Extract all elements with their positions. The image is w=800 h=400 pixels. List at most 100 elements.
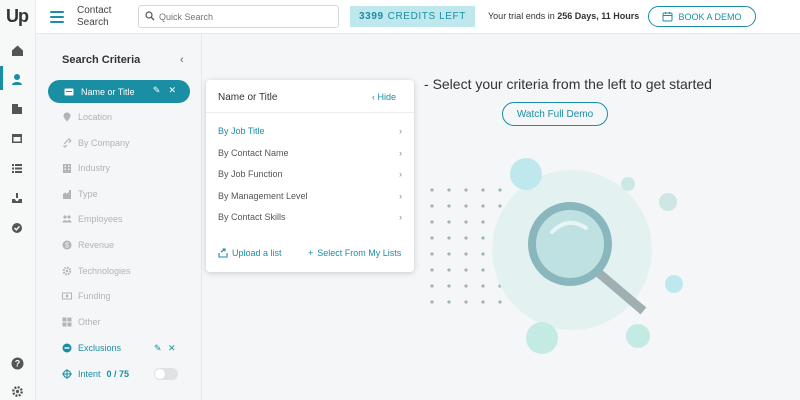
calendar-icon[interactable] [9, 130, 25, 146]
svg-text:$: $ [65, 243, 69, 250]
inbox-download-icon[interactable] [9, 190, 25, 206]
criteria-item-location[interactable]: Location [62, 108, 112, 126]
bubble-circle [621, 177, 635, 191]
magnifier-lens [528, 202, 612, 286]
criteria-item-intent[interactable]: Intent 0 / 75 [62, 365, 129, 383]
criteria-item-by-company[interactable]: By Company [62, 134, 130, 152]
trial-value: 256 Days, 11 Hours [557, 11, 640, 21]
criteria-item-exclusions[interactable]: Exclusions ✎ ✕ [62, 339, 202, 357]
option-label: By Management Level [218, 191, 308, 201]
criteria-item-other[interactable]: Other [62, 313, 101, 331]
select-lists-label: Select From My Lists [317, 248, 402, 258]
criteria-item-label: Revenue [78, 240, 115, 250]
intent-value: 0 / 75 [106, 369, 130, 379]
criteria-item-label: Industry [78, 163, 111, 173]
trial-prefix: Your trial ends in [488, 11, 555, 21]
criteria-item-label: Technologies [78, 266, 131, 276]
calendar-icon [662, 12, 673, 22]
criteria-item-employees[interactable]: Employees [62, 210, 123, 228]
bubble-circle [665, 275, 683, 293]
criteria-item-label: Type [78, 189, 98, 199]
help-icon[interactable]: ? [9, 355, 25, 371]
option-label: By Job Function [218, 169, 283, 179]
app-logo: Up [6, 6, 29, 26]
upload-icon [218, 248, 228, 258]
bubble-circle [659, 193, 677, 211]
edit-pencil-icon[interactable]: ✎ [154, 343, 162, 354]
search-icon [145, 11, 155, 21]
grid-icon [62, 317, 72, 327]
book-demo-button[interactable]: BOOK A DEMO [648, 6, 756, 27]
list-icon[interactable] [9, 160, 25, 176]
hide-button[interactable]: ‹ Hide [372, 92, 396, 102]
home-icon[interactable] [9, 42, 25, 58]
map-pin-icon [63, 112, 71, 122]
criteria-item-label: By Company [78, 138, 130, 148]
option-by-contact-name[interactable]: By Contact Name › [218, 148, 402, 158]
company-icon[interactable] [9, 100, 25, 116]
hide-label: Hide [377, 92, 397, 102]
criteria-item-type[interactable]: Type [62, 185, 98, 203]
criteria-item-label: Exclusions [78, 343, 122, 353]
menu-hamburger-icon[interactable] [50, 11, 64, 23]
search-criteria-panel: Search Criteria ‹ Name or Title ✎ ✕ Loca… [36, 34, 202, 400]
intent-label: Intent [78, 369, 101, 379]
building-icon [63, 164, 71, 173]
criteria-item-label: Location [78, 112, 113, 122]
empty-state-prompt: - Select your criteria from the left to … [424, 76, 712, 92]
credits-badge: 3399 CREDITS LEFT [350, 6, 475, 27]
option-by-contact-skills[interactable]: By Contact Skills › [218, 212, 402, 222]
money-icon [62, 292, 72, 300]
page-title: Contact Search [77, 5, 112, 28]
criteria-item-industry[interactable]: Industry [62, 159, 110, 177]
select-from-lists-link[interactable]: + Select From My Lists [308, 248, 401, 258]
option-by-job-function[interactable]: By Job Function › [218, 169, 402, 179]
close-icon[interactable]: ✕ [168, 343, 176, 354]
divider [206, 112, 414, 113]
minus-circle-icon [62, 343, 72, 353]
credits-label: CREDITS LEFT [387, 11, 466, 22]
book-demo-label: BOOK A DEMO [678, 11, 742, 22]
name-or-title-popover: Name or Title ‹ Hide By Job Title › By Co… [206, 80, 414, 272]
credits-count: 3399 [359, 11, 384, 22]
chevron-right-icon: › [399, 212, 402, 222]
criteria-item-label: Name or Title [81, 86, 135, 97]
upload-label: Upload a list [232, 248, 282, 258]
collapse-chevron-icon[interactable]: ‹ [180, 54, 184, 66]
criteria-item-funding[interactable]: Funding [62, 287, 111, 305]
popover-title: Name or Title [218, 92, 278, 103]
quick-search-box[interactable] [138, 5, 339, 28]
bubble-circle [510, 158, 542, 190]
option-by-job-title[interactable]: By Job Title › [218, 126, 402, 136]
watch-demo-button[interactable]: Watch Full Demo [502, 102, 608, 126]
crosshair-icon [62, 369, 72, 379]
plus-icon: + [308, 248, 314, 258]
settings-gear-icon[interactable] [9, 383, 25, 399]
intent-toggle[interactable] [154, 368, 178, 380]
chevron-right-icon: › [399, 169, 402, 179]
people-icon [62, 215, 72, 223]
criteria-item-revenue[interactable]: $ Revenue [62, 236, 114, 254]
quick-search-input[interactable] [159, 8, 329, 25]
criteria-item-technologies[interactable]: Technologies [62, 262, 131, 280]
criteria-item-label: Other [78, 317, 101, 327]
factory-icon [63, 190, 71, 199]
criteria-item-name-or-title[interactable]: Name or Title ✎ ✕ [48, 80, 190, 103]
top-header: Contact Search 3399 CREDITS LEFT Your tr… [36, 0, 800, 34]
prompt-text: Select your criteria from the left to ge… [432, 76, 712, 92]
dollar-icon: $ [62, 240, 72, 250]
chevron-right-icon: › [399, 148, 402, 158]
edit-pencil-icon[interactable]: ✎ [153, 85, 161, 96]
upload-list-link[interactable]: Upload a list [218, 248, 282, 258]
gear-icon [62, 266, 72, 276]
id-card-icon [64, 88, 74, 95]
contact-icon[interactable] [9, 71, 25, 87]
criteria-item-label: Employees [78, 214, 123, 224]
close-icon[interactable]: ✕ [168, 85, 176, 96]
check-circle-icon[interactable] [9, 220, 25, 236]
option-by-management-level[interactable]: By Management Level › [218, 191, 402, 201]
bubble-circle [526, 322, 558, 354]
option-label: By Contact Skills [218, 212, 286, 222]
bubble-circle [626, 324, 650, 348]
dash-bullet: - [424, 76, 433, 92]
